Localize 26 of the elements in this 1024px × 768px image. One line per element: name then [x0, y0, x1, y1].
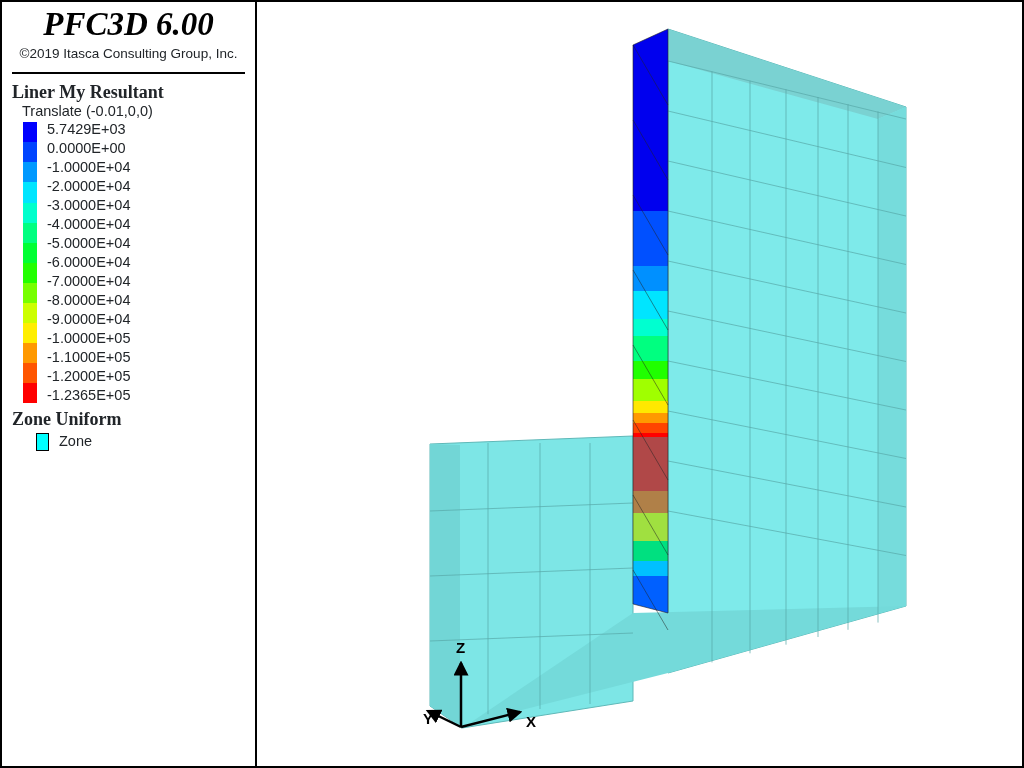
app-title: PFC3D 6.00 — [42, 6, 215, 42]
legend-value: -1.0000E+04 — [47, 158, 131, 178]
legend-value: -9.0000E+04 — [47, 310, 131, 330]
legend-value: -1.1000E+05 — [47, 348, 131, 368]
axis-label: Z — [456, 639, 466, 656]
legend-value: -1.0000E+05 — [47, 329, 131, 349]
legend-value: 5.7429E+03 — [47, 120, 127, 140]
z-axis-arrow — [453, 660, 469, 727]
legend-subtitle: Translate (-0.01,0,0) — [21, 102, 154, 121]
legend-value: -3.0000E+04 — [47, 196, 131, 216]
legend-value: -6.0000E+04 — [47, 253, 131, 273]
legend-value: -2.0000E+04 — [47, 177, 131, 197]
legend-value: -4.0000E+04 — [47, 215, 131, 235]
legend-value: -5.0000E+04 — [47, 234, 131, 254]
legend-value: -1.2000E+05 — [47, 367, 131, 387]
copyright-text: ©2019 Itasca Consulting Group, Inc. — [18, 45, 239, 63]
legend-value: 0.0000E+00 — [47, 139, 127, 159]
legend-value: -8.0000E+04 — [47, 291, 131, 311]
legend-value: -1.2365E+05 — [47, 386, 131, 406]
axis-label: X — [526, 713, 536, 730]
legend-label: Zone — [59, 432, 93, 452]
y-axis-arrow — [425, 709, 462, 729]
x-axis-arrow — [460, 707, 523, 729]
legend-title: Zone Uniform — [12, 409, 123, 430]
legend-value: -7.0000E+04 — [47, 272, 131, 292]
legend-title: Liner My Resultant — [12, 82, 165, 103]
